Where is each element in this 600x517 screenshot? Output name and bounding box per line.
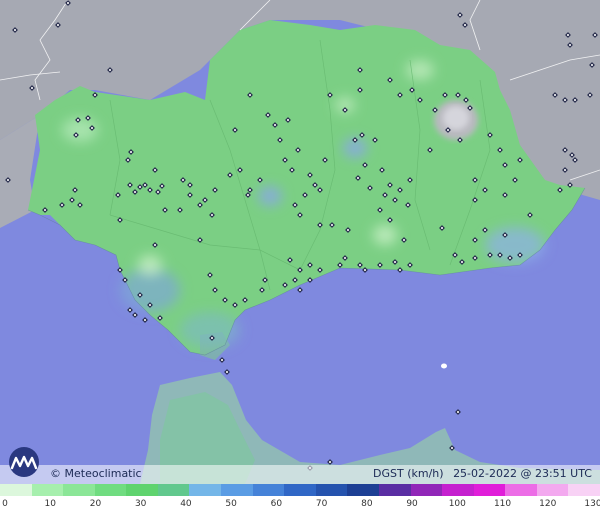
legend-swatch [94,484,127,496]
legend-swatch [347,484,379,496]
legend-tick: 10 [44,499,56,509]
legend-tick: 130 [584,499,600,509]
legend-swatch [568,484,600,496]
legend-tick: 80 [361,499,373,509]
legend-swatch [473,484,506,496]
legend-tick: 90 [406,499,418,509]
legend-tick: 30 [134,499,147,509]
legend-swatch [31,484,64,496]
meteoclimatic-logo-icon [9,447,39,477]
legend-tick: 70 [315,499,328,509]
color-legend: 0 10 20 30 40 50 60 70 80 90 100 110 120 130 [0,484,600,517]
legend-tick: 100 [448,499,466,509]
legend-swatch [410,484,443,496]
legend-tick: 50 [225,499,237,509]
legend-swatch [442,484,474,496]
legend-swatch [157,484,190,496]
legend-swatch [284,484,316,496]
legend-tick: 120 [539,499,557,509]
legend-swatch [221,484,253,496]
legend-swatch [378,484,411,496]
legend-swatch [315,484,348,496]
wind-gust-map [0,0,600,484]
legend-tick: 40 [180,499,192,509]
legend-tick: 110 [493,499,512,509]
datetime-label: 25-02-2022 @ 23:51 UTC [453,467,592,480]
variable-label: DGST (km/h) [373,467,444,480]
alboran-island [441,363,447,369]
legend-swatch [189,484,222,496]
legend-swatch [63,484,95,496]
legend-swatch [505,484,537,496]
sierra-nevada-patch [434,100,478,140]
legend-swatch [126,484,158,496]
legend-color-bar [0,484,600,496]
legend-tick: 20 [89,499,102,509]
legend-tick: 60 [270,499,283,509]
brand-label: © Meteoclimatic [50,467,142,480]
map-info: DGST (km/h) 25-02-2022 @ 23:51 UTC [367,467,592,480]
legend-swatch [0,484,32,496]
legend-tick: 0 [2,499,8,509]
legend-swatch [252,484,285,496]
legend-swatch [536,484,569,496]
